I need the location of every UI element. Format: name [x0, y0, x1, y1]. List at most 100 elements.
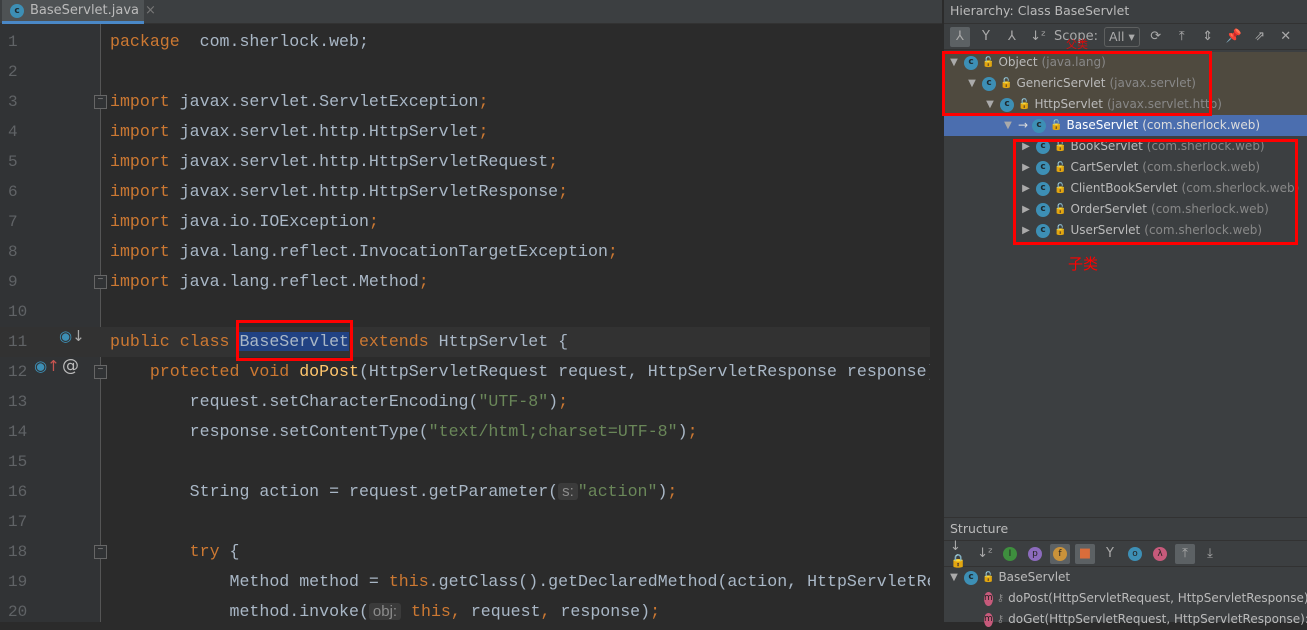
code-token: public class: [110, 332, 240, 351]
code-line[interactable]: 19 Method method = this.getClass().getDe…: [0, 567, 942, 597]
autoscroll-icon[interactable]: ⤒: [1172, 27, 1192, 47]
expand-arrow-icon[interactable]: ▼: [948, 567, 960, 588]
code-token: response): [550, 602, 651, 621]
open-external-icon[interactable]: ⇗: [1250, 27, 1270, 47]
sort-alpha-icon[interactable]: ↓ᶻ: [975, 544, 995, 564]
code-line[interactable]: 6 import javax.servlet.http.HttpServletRe…: [0, 177, 942, 207]
code-token: ;: [418, 272, 429, 291]
sort-visibility-icon[interactable]: ↓🔒: [950, 539, 970, 569]
code-line[interactable]: 16 String action = request.getParameter(…: [0, 477, 942, 507]
line-number: 14: [8, 423, 28, 441]
show-fields-icon[interactable]: f: [1050, 543, 1070, 564]
structure-panel: Structure ↓🔒 ↓ᶻ I p f ■ Y o λ ⤒ ⤓ ▼ c 🔓 …: [944, 517, 1307, 630]
show-properties-icon[interactable]: p: [1025, 544, 1045, 564]
fold-icon[interactable]: −: [94, 365, 107, 379]
close-icon[interactable]: ✕: [1276, 27, 1296, 47]
collapse-arrow-icon[interactable]: ▼: [1002, 115, 1014, 136]
code-token: {: [219, 542, 240, 561]
refresh-icon[interactable]: ⟳: [1146, 27, 1166, 47]
line-number: 10: [8, 303, 28, 321]
structure-root[interactable]: ▼ c 🔓 BaseServlet: [944, 567, 1307, 588]
code-line[interactable]: 13 request.setCharacterEncoding("UTF-8")…: [0, 387, 942, 417]
show-inheritance-icon[interactable]: Y: [1100, 544, 1120, 564]
code-line[interactable]: 1 package com.sherlock.web;: [0, 27, 942, 57]
expand-all-icon[interactable]: ⇕: [1198, 27, 1218, 47]
code-line[interactable]: 3 − import javax.servlet.ServletException;: [0, 87, 942, 117]
code-token: java.lang.reflect.InvocationTargetExcept…: [169, 242, 608, 261]
hierarchy-row[interactable]: ▼ → c 🔓 BaseServlet (com.sherlock.web): [944, 115, 1307, 136]
code-line[interactable]: 10: [0, 297, 942, 327]
line-number: 1: [8, 33, 18, 51]
code-token: import: [110, 212, 170, 231]
show-non-public-icon[interactable]: ■: [1075, 543, 1095, 564]
line-number: 20: [8, 603, 28, 621]
structure-member[interactable]: m ⚷ doPost(HttpServletRequest, HttpServlet…: [944, 588, 1307, 609]
code-line[interactable]: 7 import java.io.IOException;: [0, 207, 942, 237]
tab-baseservlet-java[interactable]: c BaseServlet.java ×: [2, 0, 156, 24]
scope-select[interactable]: All ▾: [1103, 26, 1140, 47]
code-line[interactable]: 8 import java.lang.reflect.InvocationTarg…: [0, 237, 942, 267]
fold-icon[interactable]: −: [94, 95, 107, 109]
code-token: import: [110, 242, 170, 261]
annotation-box-children: [1013, 139, 1298, 245]
code-line[interactable]: 14 response.setContentType("text/html;ch…: [0, 417, 942, 447]
overrides-icon[interactable]: ◉↑: [34, 357, 60, 375]
line-number: 12: [8, 363, 28, 381]
type-hierarchy-icon[interactable]: ⅄: [950, 26, 970, 47]
code-line[interactable]: 5 import javax.servlet.http.HttpServletRe…: [0, 147, 942, 177]
package-name: (com.sherlock.web): [1142, 118, 1261, 132]
fold-icon[interactable]: −: [94, 545, 107, 559]
code-text: protected void doPost(HttpServletRequest…: [110, 357, 937, 387]
code-editor[interactable]: c BaseServlet.java × 1 package com.sherlo…: [0, 0, 942, 622]
code-line[interactable]: 17: [0, 507, 942, 537]
code-line[interactable]: 15: [0, 447, 942, 477]
code-token: (HttpServletRequest request, HttpServlet…: [358, 362, 937, 381]
code-token: extends: [349, 332, 439, 351]
code-line[interactable]: 18 − try {: [0, 537, 942, 567]
code-token: ;: [558, 182, 569, 201]
method-icon: m: [984, 591, 993, 606]
anonymous-classes-icon[interactable]: o: [1125, 544, 1145, 564]
structure-toolbar: ↓🔒 ↓ᶻ I p f ■ Y o λ ⤒ ⤓: [944, 539, 1307, 569]
code-token: javax.servlet.ServletException: [169, 92, 479, 111]
protected-icon: ⚷: [996, 614, 1005, 625]
member-label: doGet(HttpServletRequest, HttpServletRes…: [1008, 612, 1307, 626]
code-token: ;: [368, 212, 379, 231]
hierarchy-toolbar: ⅄ Y ⅄ ↓ᶻ Scope: All ▾ ⟳ ⤒ ⇕ 📌 ⇗ ✕: [944, 24, 1307, 50]
code-token: javax.servlet.http.HttpServletResponse: [169, 182, 559, 201]
code-line[interactable]: 9 − import java.lang.reflect.Method;: [0, 267, 942, 297]
structure-member[interactable]: m ⚷ doGet(HttpServletRequest, HttpServletR…: [944, 609, 1307, 630]
code-line[interactable]: 2: [0, 57, 942, 87]
parameter-hint: obj:: [368, 603, 402, 620]
protected-icon: ⚷: [996, 593, 1005, 604]
code-line[interactable]: 12 − protected void doPost(HttpServletReq…: [0, 357, 942, 387]
show-inherited-icon[interactable]: I: [1000, 544, 1020, 564]
pin-icon[interactable]: 📌: [1224, 27, 1244, 47]
structure-title: Structure: [944, 517, 1307, 541]
code-token: ;: [607, 242, 618, 261]
lambdas-icon[interactable]: λ: [1150, 544, 1170, 564]
line-number: 2: [8, 63, 18, 81]
autoscroll-from-source-icon[interactable]: ⤓: [1200, 544, 1220, 564]
annotation-child: 子类: [1068, 255, 1099, 273]
overridden-icon[interactable]: ◉↓: [59, 327, 85, 345]
code-line[interactable]: 20 method.invoke(obj: this, request, res…: [0, 597, 942, 622]
subtypes-icon[interactable]: ⅄: [1002, 27, 1022, 47]
editor-scrollbar[interactable]: [930, 24, 942, 622]
code-token: request.setCharacterEncoding(: [110, 392, 479, 411]
annotation-icon: @: [62, 356, 79, 376]
sort-alpha-icon[interactable]: ↓ᶻ: [1028, 27, 1048, 47]
code-token: doPost: [299, 362, 359, 381]
autoscroll-to-source-icon[interactable]: ⤒: [1175, 543, 1195, 564]
fold-icon[interactable]: −: [94, 275, 107, 289]
close-tab-icon[interactable]: ×: [145, 3, 156, 18]
hierarchy-title: Hierarchy: Class BaseServlet: [944, 0, 1307, 24]
code-line[interactable]: 4 import javax.servlet.http.HttpServlet;: [0, 117, 942, 147]
annotation-box-parents: [942, 51, 1212, 116]
code-line[interactable]: 11 public class BaseServlet extends HttpS…: [0, 327, 942, 357]
supertypes-icon[interactable]: Y: [976, 27, 996, 47]
class-name: BaseServlet: [1066, 118, 1139, 132]
code-lines[interactable]: 1 package com.sherlock.web; 2 3− import java…: [0, 27, 942, 622]
line-number: 7: [8, 213, 18, 231]
